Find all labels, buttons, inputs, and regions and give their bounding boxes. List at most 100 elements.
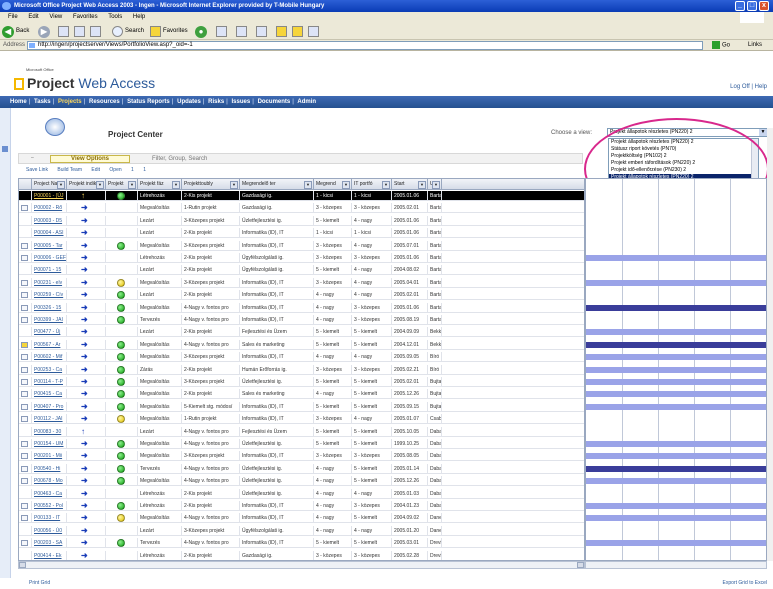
edit-button[interactable] [256,25,269,38]
nav-status-reports[interactable]: Status Reports [127,99,170,105]
view-option[interactable]: Projekt állapotok részletes (PN220) 2 [609,139,758,146]
project-name-link[interactable]: P00552 - Pol [32,501,67,511]
media-button[interactable]: ● [195,25,209,38]
table-row[interactable]: P00003 - D5 ➜ Lezárt 3-Közepes projekt Üzlet… [19,215,584,226]
menu-edit[interactable]: Edit [28,14,38,20]
table-row[interactable]: P00567 - Ar ➜ Megvalósítás 4-Nagy v. fontos… [19,339,584,350]
gantt-bar[interactable] [586,304,766,311]
document-icon[interactable] [21,416,28,423]
view-option[interactable]: Projekt emberi ráfordítások (PN220) 2 [609,160,758,167]
side-pane-toggle-icon[interactable] [2,146,8,152]
table-row[interactable]: P00552 - Pol ➜ Létrehozás 2-Kis projekt Info… [19,501,584,511]
table-row[interactable]: P00326 - 15 ➜ Megvalósítás 4-Nagy v. fontos… [19,302,584,313]
document-icon[interactable] [21,478,28,485]
close-button[interactable]: x [759,1,769,11]
row-indicator-cell[interactable] [19,513,32,524]
gantt-bar[interactable] [586,453,766,460]
gantt-bar[interactable] [586,441,766,447]
table-row[interactable]: P00201 - Mii ➜ Megvalósítás 3-Közepes proje… [19,451,584,462]
row-indicator-cell[interactable] [19,277,32,288]
user-icon[interactable] [21,242,28,249]
document-icon[interactable] [21,255,28,261]
project-name-link[interactable]: P00463 - Ca [32,488,67,499]
menu-tools[interactable]: Tools [108,14,122,20]
table-row[interactable]: P00083 - 30 ↑ Lezárt 4-Nagy v. fontos pro Fe… [19,426,584,437]
maximize-button[interactable]: □ [747,1,757,11]
document-icon[interactable] [21,304,28,311]
open-button[interactable]: Open [109,167,121,173]
table-row[interactable]: P00112 - JAI ➜ Megvalósítás 1-Rutin projekt… [19,414,584,425]
page-vertical-scrollbar[interactable] [767,128,773,561]
table-row[interactable]: P00414 - Ek ➜ Létrehozás 2-Kis projekt Gazda… [19,550,584,560]
document-icon[interactable] [21,379,28,385]
chevron-down-icon[interactable]: ▼ [759,129,767,136]
gantt-bar[interactable] [586,379,766,385]
project-name-link[interactable]: P00477 - Új [32,327,67,338]
column-header[interactable]: Ud [428,179,442,190]
project-name-link[interactable]: P00001 - (ÚJ [32,191,67,201]
gantt-bar[interactable] [586,329,766,336]
project-name-link[interactable]: P00004 - ASI [32,228,67,239]
project-name-link[interactable]: P00002 - Rő [32,203,67,214]
mail-button[interactable] [216,25,229,38]
edit-button[interactable]: Edit [91,167,100,173]
print-button[interactable] [236,25,249,38]
outline-level-2[interactable]: 1 [143,167,146,173]
table-row[interactable]: P00463 - Ca ➜ Létrehozás 2-Kis projekt Üzlet… [19,488,584,499]
home-button[interactable] [90,25,103,38]
log-off-link[interactable]: Log Off [730,84,750,90]
project-name-link[interactable]: P00540 - Hi [32,463,67,474]
column-header[interactable]: Project Na [32,179,67,190]
gantt-horizontal-scrollbar[interactable] [585,561,767,569]
document-icon[interactable] [21,465,28,472]
table-row[interactable]: P00678 - Mo ➜ Megvalósítás 4-Nagy v. fontos… [19,476,584,487]
nav-risks[interactable]: Risks [208,99,224,105]
project-name-link[interactable]: P00399 - JAI [32,315,67,325]
project-name-link[interactable]: P00407 - Pro [32,401,67,412]
table-row[interactable]: P00071 - 15 ➜ Lezárt 2-Kis projekt Ügyfélszo… [19,265,584,276]
gantt-bar[interactable] [586,279,766,286]
project-name-link[interactable]: P00071 - 15 [32,265,67,276]
view-select[interactable]: Projekt állapotok részletes (PN220) 2 ▼ [607,128,768,137]
document-icon[interactable] [21,403,28,410]
grid-horizontal-scrollbar[interactable] [18,561,585,569]
back-button[interactable]: ◀ Back [2,25,29,38]
nav-admin[interactable]: Admin [297,99,316,105]
view-option[interactable]: Projektköltség (PN102) 2 [609,153,758,160]
row-indicator-cell[interactable] [19,215,32,226]
table-row[interactable]: P00001 - (ÚJ ↑ Létrehozás 2-Kis projekt Gazd… [19,191,584,201]
table-row[interactable]: P00002 - Rő ➜ Megvalósítás 1-Rutin projekt G… [19,203,584,214]
table-row[interactable]: P00540 - Hi ➜ Tervezés 4-Nagy v. fontos pro… [19,463,584,474]
row-indicator-cell[interactable] [19,476,32,487]
project-name-link[interactable]: P00154 - UM [32,439,67,449]
document-icon[interactable] [21,515,28,522]
table-row[interactable]: P00133 - IT ➜ Megvalósítás 4-Nagy v. fontos… [19,513,584,524]
minimize-button[interactable]: _ [735,1,745,11]
document-icon[interactable] [21,453,28,460]
gantt-bar[interactable] [586,391,766,398]
row-indicator-cell[interactable] [19,240,32,251]
gantt-bar[interactable] [586,354,766,361]
user-icon[interactable] [21,279,28,286]
column-header[interactable]: Megrend [314,179,352,190]
gantt-bar[interactable] [586,341,766,348]
refresh-button[interactable] [74,25,87,38]
project-name-link[interactable]: P00602 - Mif [32,352,67,363]
table-row[interactable]: P00056 - Ú0 ➜ Lezárt 3-Közepes projekt Ügyfé… [19,525,584,536]
project-name-link[interactable]: P00567 - Ar [32,339,67,350]
document-icon[interactable] [21,441,28,447]
gantt-bar[interactable] [586,403,766,410]
menu-favorites[interactable]: Favorites [73,14,98,20]
project-name-link[interactable]: P00112 - JAI [32,414,67,425]
warning-icon[interactable] [21,341,28,348]
row-indicator-cell[interactable] [19,538,32,549]
gantt-bar[interactable] [586,515,766,522]
row-indicator-cell[interactable] [19,191,32,201]
project-name-link[interactable]: P00114 - T-P [32,377,67,387]
row-indicator-cell[interactable] [19,488,32,499]
project-name-link[interactable]: P00003 - D5 [32,215,67,226]
table-row[interactable]: P00004 - ASI ➜ Lezárt 2-Kis projekt Informat… [19,228,584,239]
project-name-link[interactable]: P00231 - elv [32,277,67,288]
row-indicator-cell[interactable] [19,377,32,387]
row-indicator-cell[interactable] [19,501,32,511]
